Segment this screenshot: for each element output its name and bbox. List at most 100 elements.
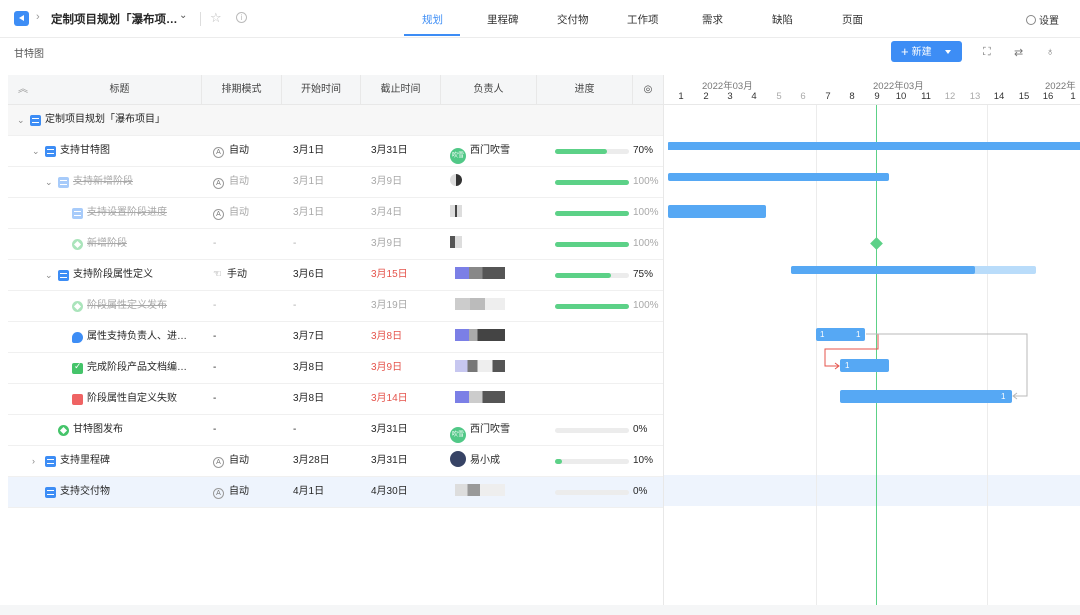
table-row[interactable]: 支持交付物 A 自动 4月1日 4月30日 0%: [8, 477, 663, 508]
row-title: 定制项目规划「瀑布项目」: [45, 114, 165, 125]
project-title[interactable]: 定制项目规划「瀑布项…: [51, 11, 178, 27]
new-button[interactable]: + 新建: [891, 41, 962, 62]
settings-button[interactable]: 设置: [1026, 12, 1059, 27]
table-row[interactable]: 新增阶段 - - 3月9日 100%: [8, 229, 663, 260]
chevron-down-icon[interactable]: ⌄: [17, 105, 25, 136]
table-row[interactable]: 完成阶段产品文档编… - 3月8日 3月9日: [8, 353, 663, 384]
table-row[interactable]: 阶段属性自定义失败 - 3月8日 3月14日: [8, 384, 663, 415]
avatar: [455, 329, 505, 341]
row-title: 支持交付物: [60, 486, 110, 497]
row-end: 3月31日: [371, 424, 408, 435]
avatar: [455, 391, 505, 403]
table-row[interactable]: 阶段属性定义发布 - - 3月19日 100%: [8, 291, 663, 322]
row-progress-text: 75%: [633, 269, 654, 280]
tab-milestone[interactable]: 里程碑: [487, 12, 519, 27]
avatar: 吹雪: [450, 427, 466, 443]
tab-requirement[interactable]: 需求: [702, 12, 723, 27]
row-mode: A 自动: [213, 477, 249, 508]
star-icon[interactable]: ☆: [210, 10, 222, 26]
hand-icon: ☜: [213, 269, 222, 280]
tab-page[interactable]: 页面: [842, 12, 863, 27]
avatar: [455, 267, 505, 279]
progress-bar: [555, 428, 629, 433]
col-owner[interactable]: 负责人: [441, 75, 537, 105]
table-row[interactable]: ⌄ 支持阶段属性定义 ☜ 手动 3月6日 3月15日 75%: [8, 260, 663, 291]
story-icon: [58, 177, 69, 188]
row-mode: ☜ 手动: [213, 269, 247, 280]
tab-plan[interactable]: 规划: [422, 12, 443, 27]
row-owner: [450, 198, 462, 229]
chevron-down-icon[interactable]: ⌄: [32, 136, 40, 167]
col-schedule-mode[interactable]: 排期模式: [202, 75, 282, 105]
table-row[interactable]: 属性支持负责人、进… - 3月7日 3月8日: [8, 322, 663, 353]
row-title: 属性支持负责人、进…: [87, 331, 187, 342]
row-owner: 吹雪 西门吹雪: [450, 415, 510, 446]
row-owner: 吹雪 西门吹雪: [450, 136, 510, 167]
row-mode: A 自动: [213, 136, 249, 167]
bug-icon: [72, 394, 83, 405]
row-progress-text: 10%: [633, 455, 654, 466]
chevron-down-icon[interactable]: ⌄: [45, 260, 53, 291]
view-toolbar: 甘特图 + 新建 ⛶ ⇄ ♁: [0, 38, 1080, 66]
row-start: 3月1日: [293, 145, 325, 156]
col-start[interactable]: 开始时间: [282, 75, 361, 105]
row-owner: [455, 322, 505, 353]
table-row[interactable]: 甘特图发布 - - 3月31日 吹雪 西门吹雪 0%: [8, 415, 663, 446]
gantt-chart[interactable]: 2022年03月 2022年03月 2022年 1 2 3 4 5 6 7 8 …: [663, 75, 1080, 605]
row-end: 3月15日: [371, 269, 408, 280]
progress-bar: [555, 211, 629, 216]
row-title: 支持阶段属性定义: [73, 269, 153, 280]
progress-bar: [555, 242, 629, 247]
tab-deliverable[interactable]: 交付物: [557, 12, 589, 27]
story-icon: [58, 270, 69, 281]
row-mode: -: [213, 424, 217, 435]
table-row[interactable]: 支持设置阶段进度 A 自动 3月1日 3月4日 100%: [8, 198, 663, 229]
chevron-down-icon[interactable]: ⌄: [179, 10, 187, 21]
row-end: 3月9日: [371, 238, 403, 249]
table-row[interactable]: ⌄ 支持甘特图 A 自动 3月1日 3月31日 吹雪 西门吹雪 70%: [8, 136, 663, 167]
row-start: -: [293, 238, 297, 249]
progress-bar: [555, 180, 629, 185]
back-icon[interactable]: [14, 11, 29, 26]
avatar: [455, 298, 505, 310]
story-icon: [45, 146, 56, 157]
table-row[interactable]: ⌄ 支持新增阶段 A 自动 3月1日 3月9日 100%: [8, 167, 663, 198]
task-icon: [72, 332, 83, 343]
table-row[interactable]: › 支持里程碑 A 自动 3月28日 3月31日 易小成 10%: [8, 446, 663, 477]
row-owner: [455, 353, 505, 384]
info-icon[interactable]: i: [236, 12, 247, 23]
row-end: 3月8日: [371, 331, 403, 342]
column-settings-icon[interactable]: ◎: [633, 75, 663, 105]
col-progress[interactable]: 进度: [537, 75, 633, 105]
row-title: 支持甘特图: [60, 145, 110, 156]
collapse-all-icon[interactable]: ︽: [8, 75, 38, 105]
grid-header: ︽ 标题 排期模式 开始时间 截止时间 负责人 进度 ◎: [8, 75, 663, 105]
row-end: 4月30日: [371, 486, 408, 497]
filter-settings-icon[interactable]: ⇄: [1014, 46, 1023, 59]
checkbox-icon: [72, 361, 83, 374]
progress-bar: [555, 149, 629, 154]
row-end: 3月31日: [371, 145, 408, 156]
row-owner: [455, 477, 505, 508]
avatar: [450, 451, 466, 467]
progress-bar: [555, 273, 629, 278]
col-title[interactable]: 标题: [38, 75, 202, 105]
table-row[interactable]: ⌄ 定制项目规划「瀑布项目」: [8, 105, 663, 136]
row-progress-text: 100%: [633, 238, 659, 249]
divider: [200, 12, 201, 26]
milestone-icon: [72, 301, 83, 312]
row-start: 3月8日: [293, 393, 325, 404]
fullscreen-icon[interactable]: ⛶: [983, 46, 991, 59]
lightbulb-icon[interactable]: ♁: [1046, 46, 1054, 58]
row-mode: -: [213, 238, 217, 249]
progress-bar: [555, 490, 629, 495]
auto-icon: A: [213, 147, 224, 158]
row-end: 3月14日: [371, 393, 408, 404]
chevron-down-icon[interactable]: ⌄: [45, 167, 53, 198]
task-grid: ︽ 标题 排期模式 开始时间 截止时间 负责人 进度 ◎ ⌄ 定制项目规划「瀑布…: [8, 75, 663, 605]
col-end[interactable]: 截止时间: [361, 75, 441, 105]
tab-defect[interactable]: 缺陷: [772, 12, 793, 27]
tab-workitem[interactable]: 工作项: [627, 12, 659, 27]
row-title: 支持新增阶段: [73, 176, 133, 187]
chevron-right-icon[interactable]: ›: [32, 446, 35, 477]
